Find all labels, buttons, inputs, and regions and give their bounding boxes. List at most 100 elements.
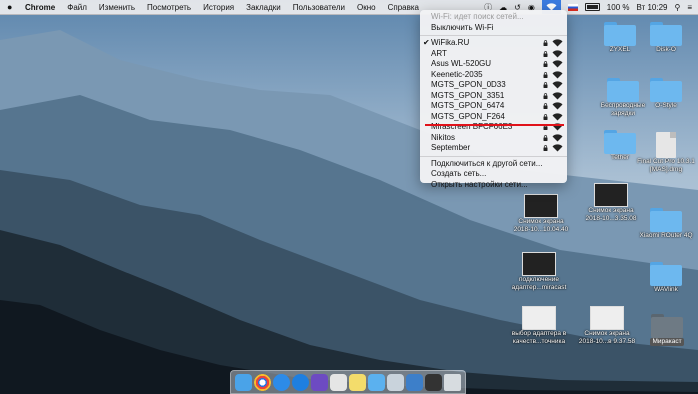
menu-edit[interactable]: Изменить: [99, 3, 135, 12]
wifi-network-item[interactable]: ART: [420, 49, 567, 60]
file-vybor-adaptera[interactable]: выбор адаптера в качеств...точника: [508, 306, 570, 346]
lock-icon: [543, 40, 548, 46]
wifi-signal-icon: [552, 81, 563, 89]
wifi-signal-icon: [552, 39, 563, 47]
wifi-signal-icon: [552, 70, 563, 78]
wifi-network-item[interactable]: MGTS_GPON_0D33: [420, 80, 567, 91]
wifi-network-item[interactable]: MGTS_GPON_6474: [420, 101, 567, 112]
wifi-network-item[interactable]: ✔ WiFika.RU: [420, 38, 567, 49]
file-label-line1: Снимок экрана: [518, 218, 564, 225]
battery-percent[interactable]: 100 %: [607, 3, 630, 12]
wifi-join-other[interactable]: Подключиться к другой сети...: [420, 159, 567, 170]
wifi-network-name: Nikitos: [431, 132, 456, 142]
wifi-open-prefs[interactable]: Открыть настройки сети...: [420, 180, 567, 191]
mail-icon[interactable]: [406, 373, 423, 391]
screenshot-thumbnail: [522, 252, 556, 276]
dock: [230, 370, 466, 394]
wifi-signal-icon: [552, 60, 563, 68]
file-screenshot-2[interactable]: Снимок экрана 2018-10...3.35.08: [580, 183, 642, 223]
wifi-create-network[interactable]: Создать сеть...: [420, 169, 567, 180]
wifi-dropdown-menu: Wi-Fi: идет поиск сетей... Выключить Wi-…: [420, 10, 567, 189]
screenshot-thumbnail: [524, 194, 558, 218]
folder-wireless[interactable]: Беспроводные зарядки: [598, 78, 648, 118]
file-label-line1: Снимок экрана: [588, 207, 634, 214]
wifi-network-item[interactable]: MGTS_GPON_3351: [420, 91, 567, 102]
wifi-signal-icon: [552, 91, 563, 99]
screenshot-icon[interactable]: [387, 373, 404, 391]
wifi-signal-icon: [552, 49, 563, 57]
wifi-status: Wi-Fi: идет поиск сетей...: [431, 12, 524, 21]
wifi-network-name: MGTS_GPON_F264: [431, 111, 505, 121]
wifi-signal-icon: [552, 133, 563, 141]
imovie-icon[interactable]: [311, 373, 328, 391]
lock-icon: [543, 61, 548, 67]
file-fcp-dmg[interactable]: Final Cut Pro 10.3.1 [MAS].dmg: [636, 132, 696, 174]
folder-label-line1: Беспроводные: [600, 102, 646, 109]
lock-icon: [543, 134, 548, 141]
wifi-network-name: MGTS_GPON_6474: [431, 101, 505, 110]
folder-label: O-Style: [655, 102, 677, 109]
file-screenshot-1[interactable]: Снимок экрана 2018-10...10.04.40: [510, 194, 572, 234]
lock-icon: [543, 113, 548, 120]
file-label-line2: качеств...точника: [512, 338, 566, 345]
folder-icon: [607, 78, 639, 102]
terminal-icon[interactable]: [425, 373, 442, 391]
lock-icon: [543, 71, 548, 78]
wifi-network-item[interactable]: MGTS_GPON_F264: [420, 112, 567, 123]
file-label-line1: выбор адаптера в: [511, 330, 567, 337]
folder-xiaomi[interactable]: Xiaomi ROuter 4Q: [636, 208, 696, 240]
folder-ostyle[interactable]: O-Style: [644, 78, 688, 110]
menu-file[interactable]: Файл: [67, 3, 87, 12]
trash-icon[interactable]: [444, 373, 461, 391]
wifi-network-item[interactable]: Keenetic-2035: [420, 70, 567, 81]
menu-bookmarks[interactable]: Закладки: [246, 3, 281, 12]
folder-icon: [651, 314, 683, 338]
checkmark-icon: ✔: [423, 38, 430, 47]
disk-o[interactable]: Disk-O: [644, 22, 688, 54]
wifi-network-item[interactable]: Asus WL-520GU: [420, 59, 567, 70]
apple-menu-icon[interactable]: ●: [7, 2, 17, 12]
screenshot-thumbnail: [594, 183, 628, 207]
wifi-network-name: ART: [431, 48, 447, 58]
menu-list-icon[interactable]: ≡: [687, 3, 692, 12]
app-store-icon[interactable]: [292, 373, 309, 391]
file-label-line1: подключение: [518, 276, 560, 283]
menu-history[interactable]: История: [203, 3, 234, 12]
lock-icon: [543, 145, 548, 151]
photos-icon[interactable]: [330, 373, 347, 391]
file-podklyuchenie[interactable]: подключение адаптер...miracast: [508, 252, 570, 292]
menu-bar: ● Chrome Файл Изменить Посмотреть Истори…: [0, 0, 698, 15]
menu-app-name[interactable]: Chrome: [25, 3, 55, 12]
wifi-network-item[interactable]: Nikitos: [420, 133, 567, 144]
menu-view[interactable]: Посмотреть: [147, 3, 191, 12]
folder-zyxel[interactable]: ZYXEL: [598, 22, 642, 54]
menu-users[interactable]: Пользователи: [293, 3, 345, 12]
safari-icon[interactable]: [273, 373, 290, 391]
downloads-folder-icon[interactable]: [368, 373, 385, 391]
menu-window[interactable]: Окно: [357, 3, 376, 12]
menu-help[interactable]: Справка: [388, 3, 419, 12]
menu-clock[interactable]: Вт 10:29: [636, 3, 667, 12]
folder-wavlink[interactable]: WAVlink: [644, 262, 688, 294]
menu-separator: [420, 155, 567, 157]
notes-icon[interactable]: [349, 373, 366, 391]
battery-icon[interactable]: [584, 3, 600, 11]
wifi-signal-icon: [552, 144, 563, 152]
input-source-flag-icon[interactable]: [567, 3, 578, 11]
search-icon[interactable]: ⚲: [674, 3, 680, 12]
wifi-network-name: WiFika.RU: [431, 38, 470, 47]
wifi-network-name: MGTS_GPON_0D33: [431, 80, 506, 89]
lock-icon: [543, 92, 548, 99]
chrome-icon[interactable]: [254, 373, 271, 391]
menu-separator: [420, 35, 567, 36]
file-screenshot-3[interactable]: Снимок экрана 2018-10...в 9.37.58: [576, 306, 638, 346]
wifi-turn-off[interactable]: Выключить Wi-Fi: [420, 23, 567, 34]
screenshot-thumbnail: [590, 306, 624, 330]
folder-label: ZYXEL: [609, 46, 631, 53]
wifi-network-item[interactable]: September: [420, 143, 567, 154]
wifi-network-name: MGTS_GPON_3351: [431, 90, 505, 100]
folder-label: WAVlink: [654, 286, 678, 293]
wifi-network-name: Asus WL-520GU: [431, 59, 492, 68]
finder-icon[interactable]: [235, 373, 252, 391]
folder-miracast[interactable]: Миракаст: [644, 314, 690, 346]
